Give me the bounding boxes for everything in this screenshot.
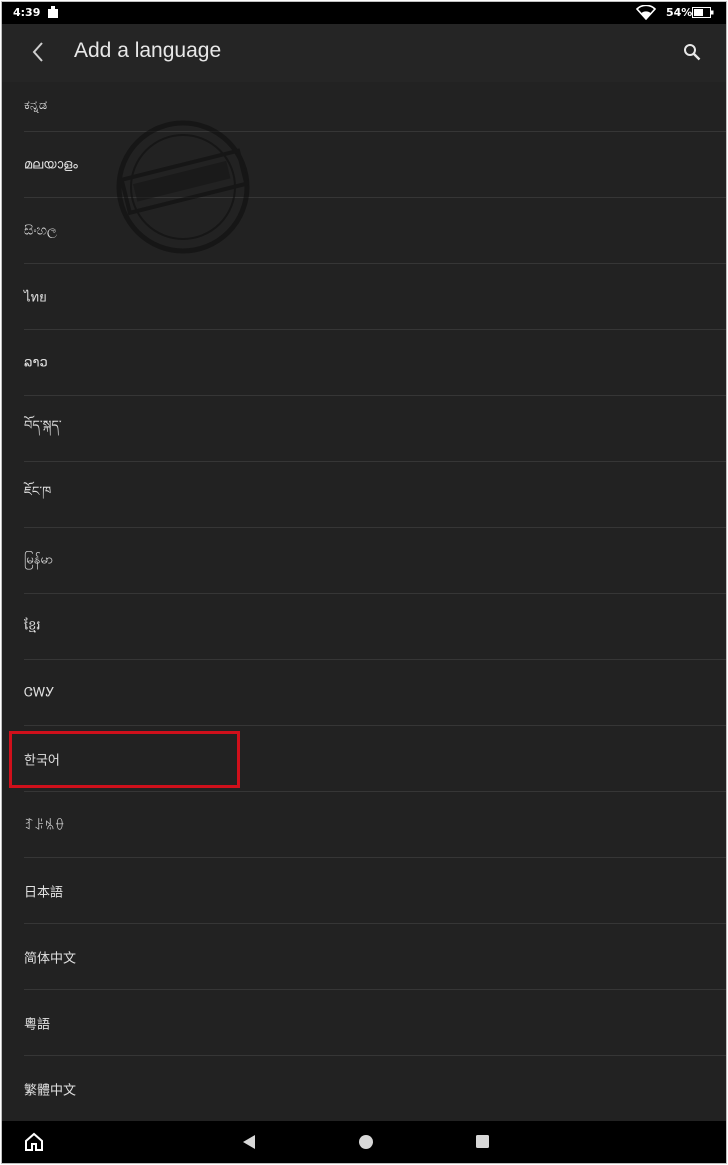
language-item-tibetan[interactable]: བོད་སྐད་ xyxy=(24,396,726,462)
language-item-burmese[interactable]: မြန်မာ xyxy=(24,528,726,594)
language-item-malayalam[interactable]: മലയാളം xyxy=(24,132,726,198)
triangle-back-icon[interactable] xyxy=(240,1133,258,1151)
app-bar: Add a language xyxy=(2,24,726,82)
search-button[interactable] xyxy=(678,38,706,66)
language-item-cantonese[interactable]: 粵語 xyxy=(24,990,726,1056)
app-notification-icon xyxy=(48,6,58,18)
language-item-simplified-chinese[interactable]: 简体中文 xyxy=(24,924,726,990)
circle-home-icon[interactable] xyxy=(358,1134,374,1150)
language-item-japanese[interactable]: 日本語 xyxy=(24,858,726,924)
screen: 4:39 54% Add a language ಕನ್ನಡ മലയാളം සිං… xyxy=(1,1,727,1164)
language-item-yi[interactable]: ꆈꌠꁱꂷ xyxy=(24,792,726,858)
status-time: 4:39 xyxy=(13,6,41,19)
battery-icon xyxy=(692,7,714,18)
battery-percent: 54% xyxy=(666,6,693,19)
page-title: Add a language xyxy=(74,39,222,62)
square-recent-icon[interactable] xyxy=(475,1134,490,1149)
navigation-bar xyxy=(2,1121,726,1163)
language-item-cherokee[interactable]: ᏣᎳᎩ xyxy=(24,660,726,726)
back-button[interactable] xyxy=(22,36,54,68)
language-item-khmer[interactable]: ខ្មែរ xyxy=(24,594,726,660)
language-item-sinhala[interactable]: සිංහල xyxy=(24,198,726,264)
chevron-left-icon xyxy=(32,42,43,62)
search-icon xyxy=(684,44,701,61)
language-item-traditional-chinese[interactable]: 繁體中文 xyxy=(24,1056,726,1122)
language-item-lao[interactable]: ລາວ xyxy=(24,330,726,396)
language-item-dzongkha[interactable]: ཇོང་ཁ xyxy=(24,462,726,528)
wifi-icon xyxy=(636,5,656,20)
app-home-icon[interactable] xyxy=(24,1132,44,1152)
language-item-thai[interactable]: ไทย xyxy=(24,264,726,330)
status-bar: 4:39 54% xyxy=(2,2,726,24)
language-item-kannada[interactable]: ಕನ್ನಡ xyxy=(24,82,726,132)
language-item-korean[interactable]: 한국어 xyxy=(24,726,726,792)
language-list: ಕನ್ನಡ മലയാളം සිංහල ไทย ລາວ བོད་སྐད་ ཇོང་… xyxy=(2,82,726,1122)
